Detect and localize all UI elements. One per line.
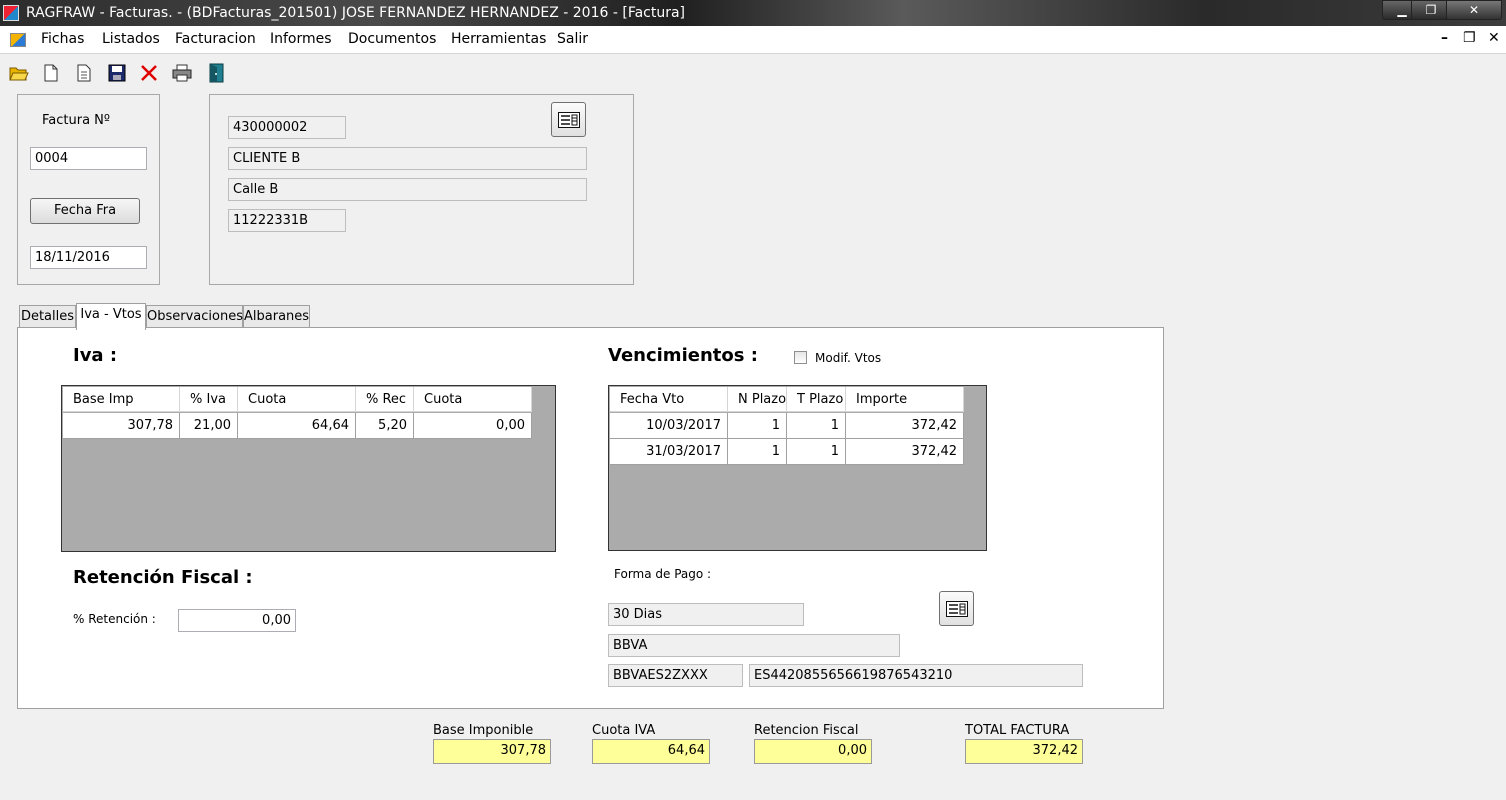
forma-pago-field[interactable]: 30 Dias [608, 603, 804, 626]
list-icon [557, 111, 580, 128]
forma-pago-label: Forma de Pago : [614, 567, 712, 581]
client-nif-field[interactable]: 11222331B [228, 209, 346, 232]
modif-vtos-label: Modif. Vtos [815, 351, 882, 365]
tab-iva-vtos[interactable]: Iva - Vtos [76, 303, 146, 330]
vencimientos-grid[interactable]: Fecha Vto N Plazo T Plazo Importe 10/03/… [608, 385, 987, 551]
mdi-child-icon[interactable] [10, 33, 26, 47]
table-row[interactable]: 31/03/2017 1 1 372,42 [610, 439, 964, 465]
menu-facturacion[interactable]: Facturacion [175, 31, 256, 47]
iva-cell-cuota-rec[interactable]: 0,00 [414, 413, 532, 439]
app-icon [3, 5, 19, 21]
table-row[interactable]: 10/03/2017 1 1 372,42 [610, 413, 964, 439]
total-base-label: Base Imponible [433, 723, 534, 738]
iva-cell-pct-iva[interactable]: 21,00 [180, 413, 238, 439]
invoice-date-field[interactable]: 18/11/2016 [30, 246, 147, 269]
retencion-title: Retención Fiscal : [73, 567, 253, 588]
client-name-field[interactable]: CLIENTE B [228, 147, 587, 170]
menu-informes[interactable]: Informes [270, 31, 332, 47]
iva-cell-cuota[interactable]: 64,64 [238, 413, 356, 439]
menu-salir[interactable]: Salir [557, 31, 588, 47]
title-bar: RAGFRAW - Facturas. - (BDFacturas_201501… [0, 0, 1506, 26]
menu-bar: Fichas Listados Facturacion Informes Doc… [0, 26, 1506, 54]
close-button[interactable]: ✕ [1446, 0, 1502, 20]
vtos-col-tplazo[interactable]: T Plazo [787, 387, 846, 412]
total-retencion-field[interactable]: 0,00 [754, 739, 872, 764]
iva-col-cuota-rec[interactable]: Cuota [414, 387, 532, 412]
exit-door-icon[interactable] [206, 63, 226, 83]
vtos-cell-fecha[interactable]: 31/03/2017 [610, 439, 728, 465]
save-icon[interactable] [107, 63, 127, 83]
maximize-button[interactable]: ❐ [1411, 0, 1451, 20]
vtos-cell-importe[interactable]: 372,42 [846, 439, 964, 465]
invoice-number-label: Factura Nº [42, 113, 111, 128]
total-iva-field[interactable]: 64,64 [592, 739, 710, 764]
vtos-col-nplazo[interactable]: N Plazo [728, 387, 787, 412]
client-address-field[interactable]: Calle B [228, 178, 587, 201]
document-details-icon[interactable] [74, 63, 94, 83]
total-base-field[interactable]: 307,78 [433, 739, 551, 764]
vtos-cell-tplazo[interactable]: 1 [787, 413, 846, 439]
mdi-close-button[interactable]: ✕ [1488, 30, 1500, 46]
menu-documentos[interactable]: Documentos [348, 31, 436, 47]
delete-icon[interactable] [139, 63, 159, 83]
bank-iban-field[interactable]: ES4420855656619876543210 [749, 664, 1083, 687]
total-factura-label: TOTAL FACTURA [965, 723, 1070, 738]
iva-grid-header: Base Imp % Iva Cuota % Rec Cuota [63, 387, 532, 412]
iva-col-cuota[interactable]: Cuota [238, 387, 356, 412]
invoice-date-button[interactable]: Fecha Fra [30, 198, 140, 224]
vtos-cell-nplazo[interactable]: 1 [728, 439, 787, 465]
retencion-label: % Retención : [73, 612, 156, 626]
table-row[interactable]: 307,78 21,00 64,64 5,20 0,00 [63, 413, 532, 439]
tab-observaciones[interactable]: Observaciones [146, 305, 243, 329]
mdi-minimize-button[interactable]: – [1441, 30, 1448, 46]
client-code-field[interactable]: 430000002 [228, 116, 346, 139]
tab-albaranes[interactable]: Albaranes [243, 305, 310, 329]
iva-cell-pct-rec[interactable]: 5,20 [356, 413, 414, 439]
total-retencion-label: Retencion Fiscal [754, 723, 859, 738]
iva-cell-base[interactable]: 307,78 [63, 413, 180, 439]
list-icon [945, 600, 968, 617]
mdi-restore-button[interactable]: ❐ [1463, 30, 1476, 46]
tab-detalles[interactable]: Detalles [19, 305, 76, 329]
vtos-col-fecha[interactable]: Fecha Vto [610, 387, 728, 412]
iva-grid[interactable]: Base Imp % Iva Cuota % Rec Cuota 307,78 … [61, 385, 556, 552]
total-iva-label: Cuota IVA [592, 723, 656, 738]
open-folder-icon[interactable] [9, 63, 29, 83]
print-icon[interactable] [172, 63, 192, 83]
new-document-icon[interactable] [41, 63, 61, 83]
window-title: RAGFRAW - Facturas. - (BDFacturas_201501… [26, 5, 686, 21]
toolbar [0, 55, 1506, 89]
vtos-grid-header: Fecha Vto N Plazo T Plazo Importe [610, 387, 964, 412]
vtos-cell-nplazo[interactable]: 1 [728, 413, 787, 439]
vtos-cell-tplazo[interactable]: 1 [787, 439, 846, 465]
retencion-field[interactable]: 0,00 [178, 609, 296, 632]
client-lookup-button[interactable] [551, 102, 586, 137]
modif-vtos-checkbox[interactable] [794, 351, 807, 364]
invoice-number-field[interactable]: 0004 [30, 147, 147, 170]
menu-listados[interactable]: Listados [102, 31, 160, 47]
iva-col-pct-iva[interactable]: % Iva [180, 387, 238, 412]
vencimientos-title: Vencimientos : [608, 345, 758, 366]
vtos-col-importe[interactable]: Importe [846, 387, 964, 412]
menu-fichas[interactable]: Fichas [41, 31, 84, 47]
iva-col-base[interactable]: Base Imp [63, 387, 180, 412]
vtos-cell-importe[interactable]: 372,42 [846, 413, 964, 439]
iva-title: Iva : [73, 345, 118, 366]
total-factura-field[interactable]: 372,42 [965, 739, 1083, 764]
vtos-cell-fecha[interactable]: 10/03/2017 [610, 413, 728, 439]
iva-col-pct-rec[interactable]: % Rec [356, 387, 414, 412]
forma-pago-lookup-button[interactable] [939, 591, 974, 626]
bank-bic-field[interactable]: BBVAES2ZXXX [608, 664, 743, 687]
menu-herramientas[interactable]: Herramientas [451, 31, 546, 47]
bank-name-field[interactable]: BBVA [608, 634, 900, 657]
